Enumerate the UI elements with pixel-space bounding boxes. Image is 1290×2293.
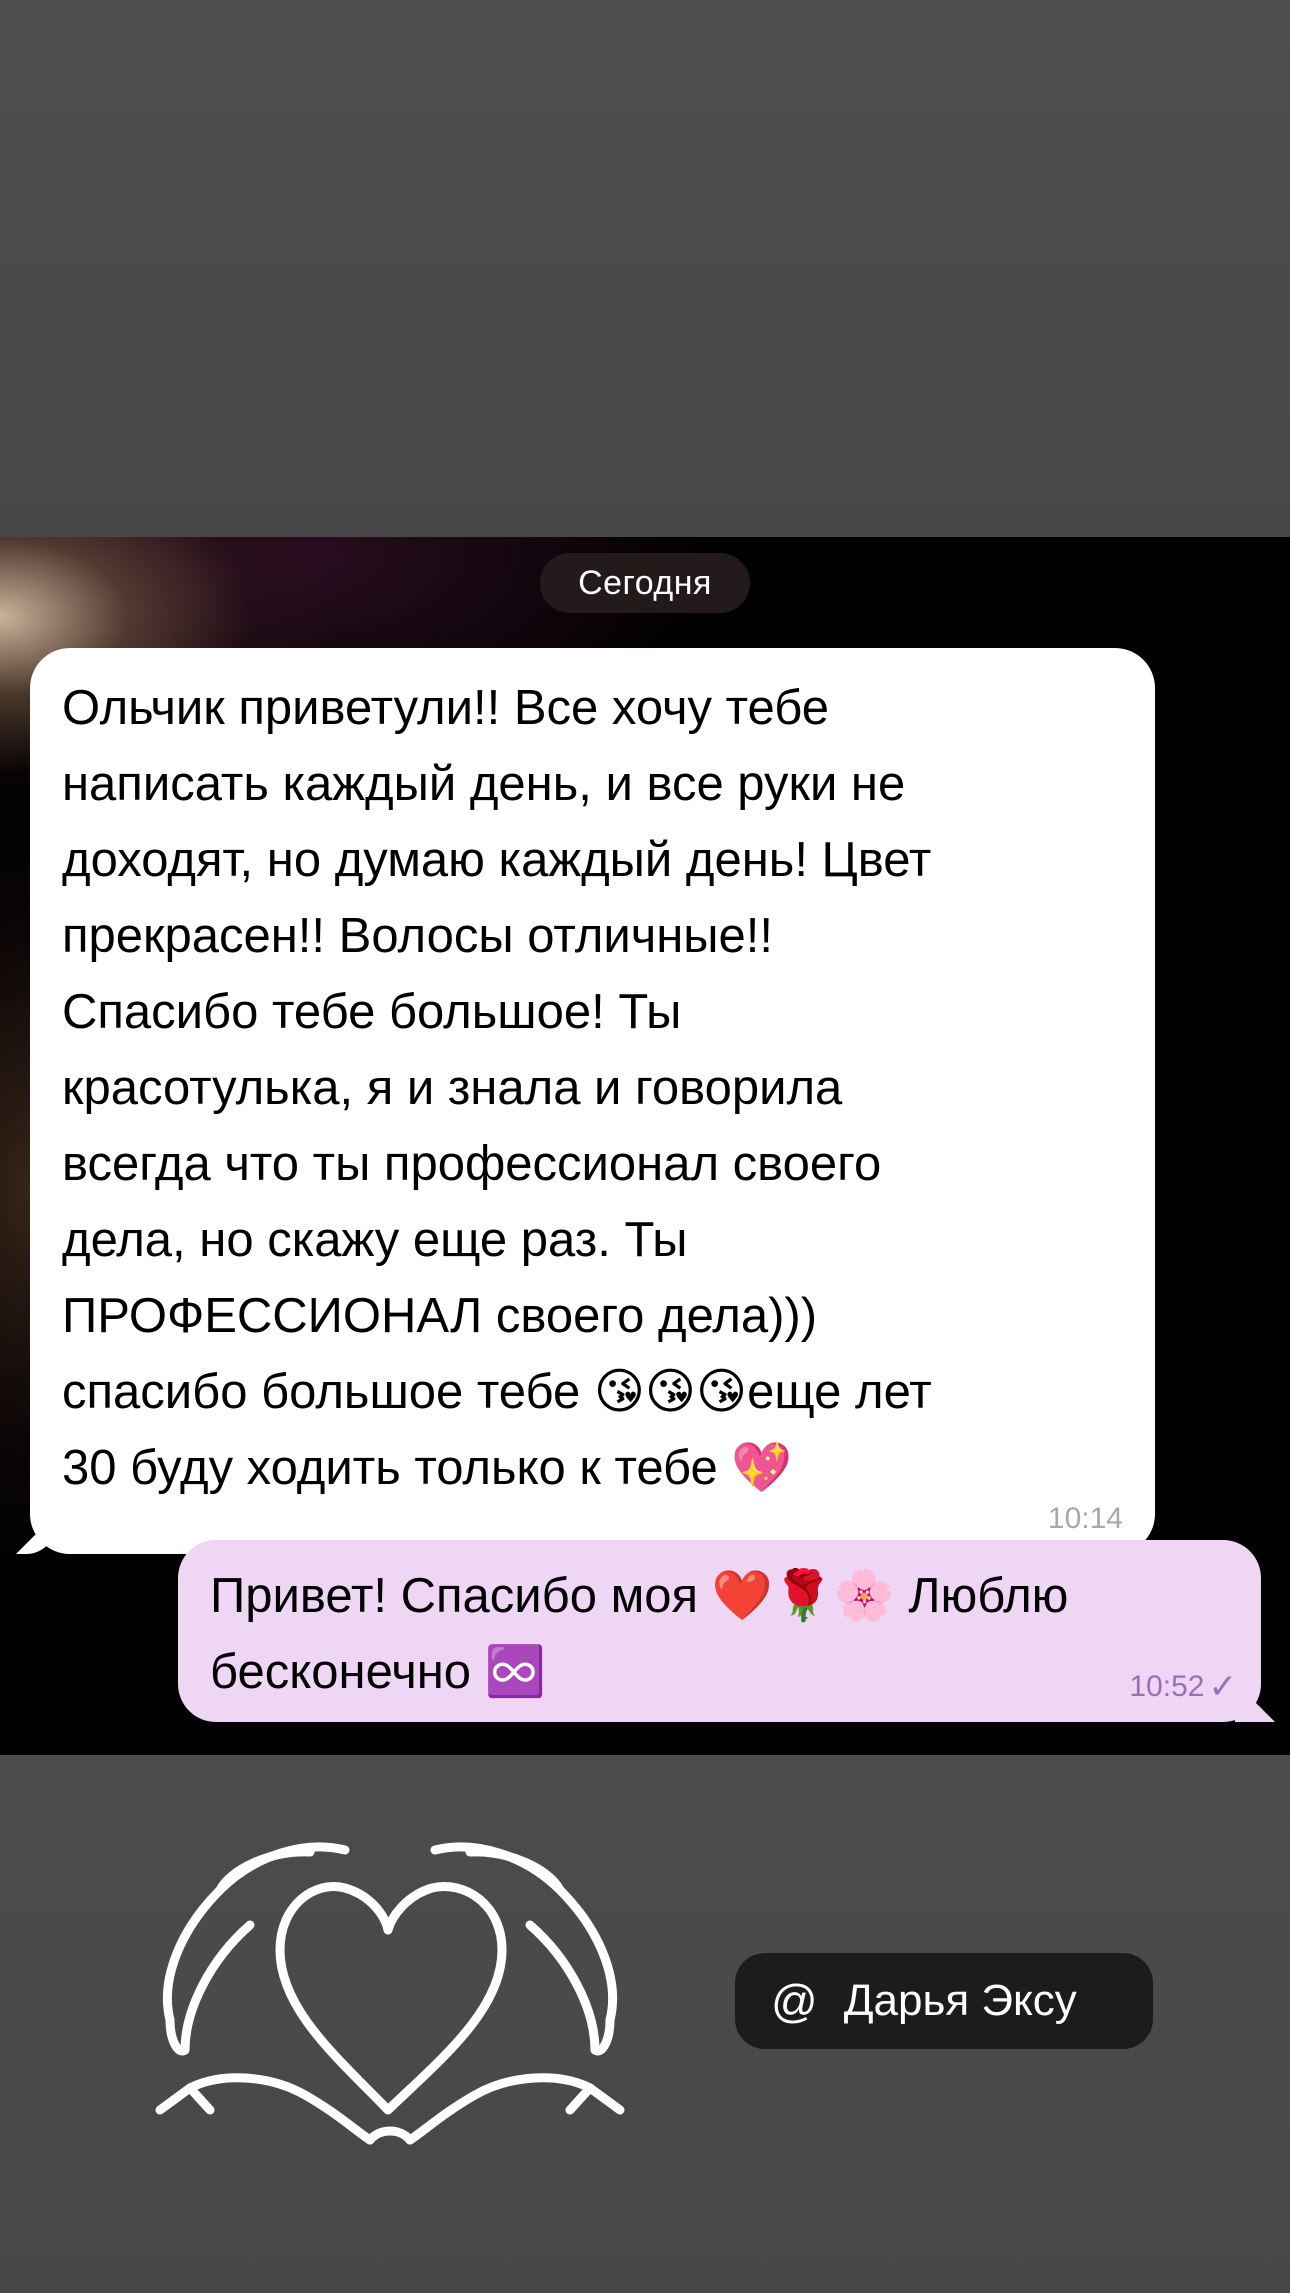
outgoing-message-text: Привет! Спасибо моя ❤️🌹🌸 Люблю бесконечн… xyxy=(210,1569,1069,1699)
mention-name: Дарья Эксу xyxy=(843,1976,1077,2025)
outgoing-message-bubble[interactable]: Привет! Спасибо моя ❤️🌹🌸 Люблю бесконечн… xyxy=(178,1540,1261,1722)
incoming-message-bubble[interactable]: Ольчик приветули!! Все хочу тебе написат… xyxy=(30,648,1155,1554)
incoming-message-time: 10:14 xyxy=(1047,1502,1123,1535)
hands-heart-icon[interactable] xyxy=(130,1810,650,2160)
story-top-background xyxy=(0,0,1290,537)
outgoing-message-time: 10:52 xyxy=(1129,1670,1205,1703)
date-separator: Сегодня xyxy=(540,553,750,613)
chat-screenshot: Сегодня Ольчик приветули!! Все хочу тебе… xyxy=(0,537,1290,1755)
single-check-icon: ✓ xyxy=(1208,1668,1238,1706)
incoming-message-text: Ольчик приветули!! Все хочу тебе написат… xyxy=(62,681,932,1495)
at-sign-icon: @ xyxy=(771,1975,818,2027)
mention-sticker[interactable]: @ Дарья Эксу xyxy=(735,1953,1153,2049)
outgoing-message-meta: 10:52 ✓ xyxy=(1129,1668,1238,1706)
